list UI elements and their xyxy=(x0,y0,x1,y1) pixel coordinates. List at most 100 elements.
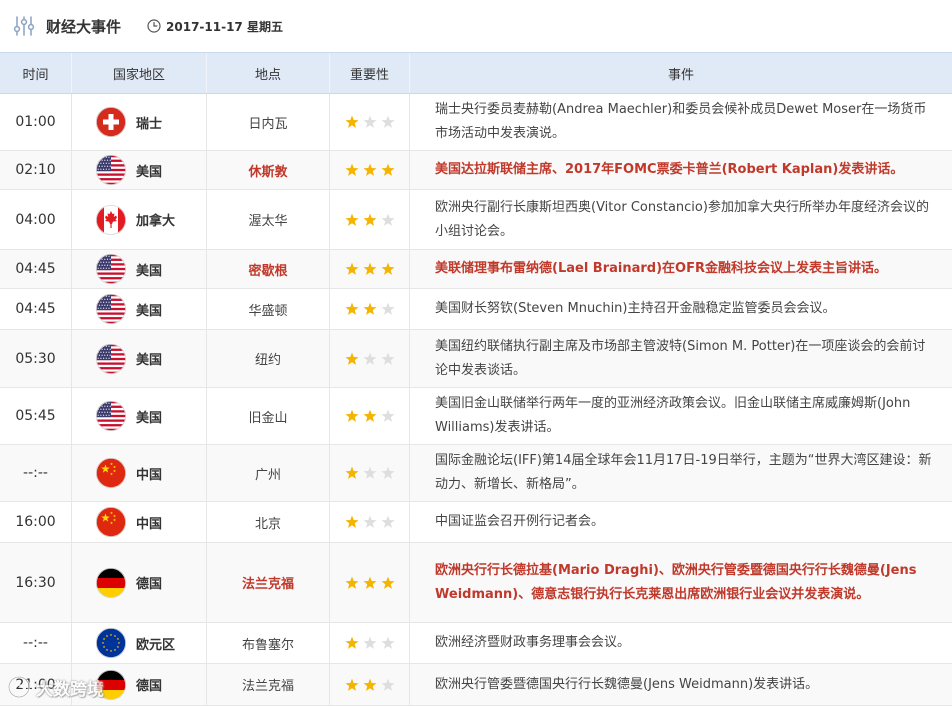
star-filled-icon xyxy=(363,213,377,227)
table-header: 时间 国家地区 地点 重要性 事件 xyxy=(0,52,952,94)
event-time: 05:45 xyxy=(0,388,72,444)
table-row: 04:45 美国 华盛顿 美国财长努钦(Steven Mnuchin)主持召开金融稳定… xyxy=(0,289,952,330)
table-row: --:-- 欧元区 布鲁塞尔 欧洲经济暨财政事务理事会会议。 xyxy=(0,623,952,664)
table-row: 16:30 德国 法兰克福 欧洲央行行长德拉基(Mario Draghi)、欧洲央行管… xyxy=(0,543,952,623)
country-cell: 美国 xyxy=(72,289,207,329)
star-filled-icon xyxy=(345,466,359,480)
column-header-location: 地点 xyxy=(207,53,330,93)
page-title: 财经大事件 xyxy=(46,17,122,36)
country-name: 美国 xyxy=(136,353,163,368)
event-description: 欧洲经济暨财政事务理事会会议。 xyxy=(435,635,631,650)
event-description: 美国财长努钦(Steven Mnuchin)主持召开金融稳定监管委员会会议。 xyxy=(435,301,836,316)
star-filled-icon xyxy=(345,515,359,529)
star-filled-icon xyxy=(363,576,377,590)
star-empty-icon xyxy=(381,352,395,366)
header-bar: 财经大事件 2017-11-17 星期五 xyxy=(0,0,952,52)
event-location: 法兰克福 xyxy=(207,664,330,705)
event-time: 01:00 xyxy=(0,94,72,150)
usa-flag-icon xyxy=(96,343,126,374)
star-filled-icon xyxy=(345,302,359,316)
star-filled-icon xyxy=(363,262,377,276)
event-description: 中国证监会召开例行记者会。 xyxy=(435,514,605,529)
importance-rating xyxy=(330,445,410,501)
event-location: 北京 xyxy=(207,502,330,542)
table-row: 05:45 美国 旧金山 美国旧金山联储举行两年一度的亚洲经济政策会议。旧金山联储主席… xyxy=(0,388,952,445)
event-description: 美国旧金山联储举行两年一度的亚洲经济政策会议。旧金山联储主席威廉姆斯(John … xyxy=(435,396,911,435)
country-cell: 中国 xyxy=(72,502,207,542)
column-header-importance: 重要性 xyxy=(330,53,410,93)
country-cell: 美国 xyxy=(72,330,207,387)
event-time: 16:00 xyxy=(0,502,72,542)
importance-rating xyxy=(330,250,410,288)
star-filled-icon xyxy=(345,115,359,129)
country-name: 美国 xyxy=(136,303,163,319)
star-filled-icon xyxy=(363,163,377,177)
star-empty-icon xyxy=(381,115,395,129)
table-row: 16:00 中国 北京 中国证监会召开例行记者会。 xyxy=(0,502,952,543)
country-cell: 瑞士 xyxy=(72,94,207,150)
importance-rating xyxy=(330,664,410,705)
event-location: 休斯敦 xyxy=(207,151,330,189)
event-time: 04:45 xyxy=(0,289,72,329)
column-header-time: 时间 xyxy=(0,53,72,93)
date-text: 2017-11-17 星期五 xyxy=(166,19,283,34)
table-row: 01:00 瑞士 日内瓦 瑞士央行委员麦赫勒(Andrea Maechler)和委员会… xyxy=(0,94,952,151)
event-location: 华盛顿 xyxy=(207,289,330,329)
germany-flag-icon xyxy=(96,669,126,700)
country-cell: 美国 xyxy=(72,388,207,444)
country-name: 加拿大 xyxy=(136,214,176,229)
event-location: 法兰克福 xyxy=(207,543,330,622)
germany-flag-icon xyxy=(96,567,126,598)
sliders-icon xyxy=(12,14,36,38)
country-name: 中国 xyxy=(136,516,163,532)
country-name: 美国 xyxy=(136,263,163,279)
table-row: --:-- 中国 广州 国际金融论坛(IFF)第14届全球年会11月17日-19日举行… xyxy=(0,445,952,502)
star-empty-icon xyxy=(381,302,395,316)
event-location: 旧金山 xyxy=(207,388,330,444)
events-table: 时间 国家地区 地点 重要性 事件 01:00 瑞士 日内瓦 瑞士央行委员麦赫勒(An… xyxy=(0,52,952,706)
star-empty-icon xyxy=(363,515,377,529)
importance-rating xyxy=(330,502,410,542)
event-time: 16:30 xyxy=(0,543,72,622)
importance-rating xyxy=(330,289,410,329)
country-name: 美国 xyxy=(136,164,163,180)
star-empty-icon xyxy=(363,115,377,129)
eu-flag-icon xyxy=(96,628,126,658)
event-location: 广州 xyxy=(207,445,330,501)
event-location: 密歇根 xyxy=(207,250,330,288)
country-name: 德国 xyxy=(136,679,163,694)
star-filled-icon xyxy=(345,213,359,227)
column-header-country: 国家地区 xyxy=(72,53,207,93)
event-time: 05:30 xyxy=(0,330,72,387)
usa-flag-icon xyxy=(96,294,126,324)
star-filled-icon xyxy=(363,409,377,423)
country-cell: 欧元区 xyxy=(72,623,207,663)
star-empty-icon xyxy=(381,515,395,529)
event-location: 布鲁塞尔 xyxy=(207,623,330,663)
country-name: 欧元区 xyxy=(136,637,176,653)
star-filled-icon xyxy=(345,163,359,177)
event-description: 国际金融论坛(IFF)第14届全球年会11月17日-19日举行，主题为“世界大湾… xyxy=(435,453,932,492)
event-location: 纽约 xyxy=(207,330,330,387)
event-description: 美联储理事布雷纳德(Lael Brainard)在OFR金融科技会议上发表主旨讲… xyxy=(435,261,887,276)
importance-rating xyxy=(330,190,410,249)
event-description: 欧洲央行管委暨德国央行行长魏德曼(Jens Weidmann)发表讲话。 xyxy=(435,676,819,692)
importance-rating xyxy=(330,623,410,663)
usa-flag-icon xyxy=(96,254,126,284)
importance-rating xyxy=(330,543,410,622)
country-name: 德国 xyxy=(136,577,163,592)
country-name: 中国 xyxy=(136,467,163,483)
switzerland-flag-icon xyxy=(96,107,126,137)
star-filled-icon xyxy=(345,678,359,692)
star-empty-icon xyxy=(381,636,395,650)
importance-rating xyxy=(330,330,410,387)
event-description: 瑞士央行委员麦赫勒(Andrea Maechler)和委员会候补成员Dewet … xyxy=(435,102,927,141)
table-row: 05:30 美国 纽约 美国纽约联储执行副主席及市场部主管波特(Simon M. Po… xyxy=(0,330,952,388)
star-filled-icon xyxy=(381,163,395,177)
star-empty-icon xyxy=(381,213,395,227)
country-cell: 中国 xyxy=(72,445,207,501)
star-filled-icon xyxy=(381,262,395,276)
clock-icon xyxy=(147,19,161,33)
event-time: 04:45 xyxy=(0,250,72,288)
star-filled-icon xyxy=(381,576,395,590)
